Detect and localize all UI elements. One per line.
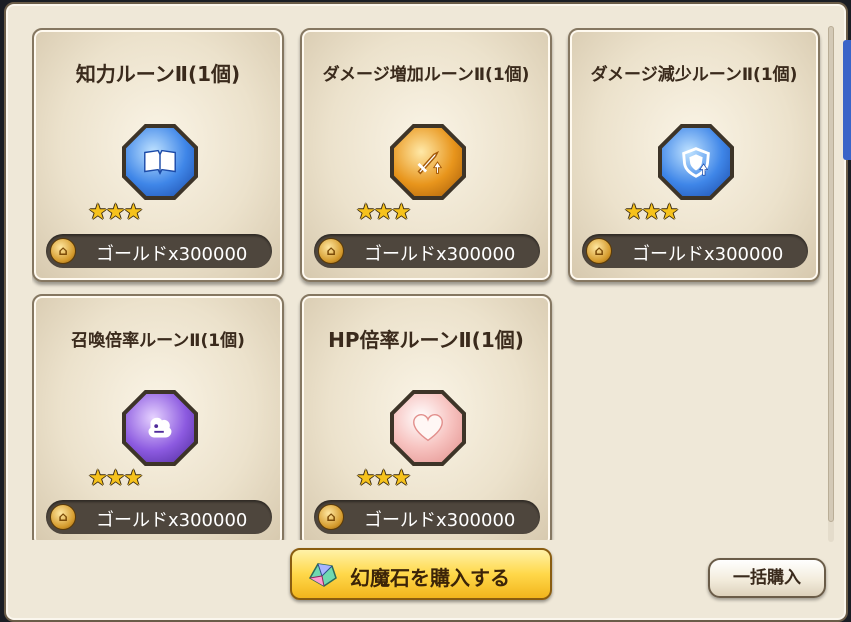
price-label: ゴールドx300000: [364, 510, 516, 531]
rune-gem: [390, 390, 466, 466]
price-bar: ⌂ ゴールドx300000: [314, 500, 540, 534]
price-bar: ⌂ ゴールドx300000: [46, 500, 272, 534]
price-label: ゴールドx300000: [632, 244, 784, 265]
item-grid: 知力ルーンⅡ(1個) ★★★ ⌂ ゴールドx300000 ダメージ増加ルーンⅡ(…: [32, 28, 830, 540]
gold-coin-icon: ⌂: [318, 504, 344, 530]
item-title: 知力ルーンⅡ(1個): [75, 62, 241, 86]
side-tab-edge: [843, 40, 851, 160]
item-card-intelligence-rune[interactable]: 知力ルーンⅡ(1個) ★★★ ⌂ ゴールドx300000: [32, 28, 284, 282]
price-bar: ⌂ ゴールドx300000: [314, 234, 540, 268]
gold-coin-icon: ⌂: [50, 238, 76, 264]
item-title: ダメージ減少ルーンⅡ(1個): [590, 65, 798, 85]
item-card-damage-up-rune[interactable]: ダメージ増加ルーンⅡ(1個) ★★★ ⌂ ゴールドx300000: [300, 28, 552, 282]
price-bar: ⌂ ゴールドx300000: [46, 234, 272, 268]
rarity-stars: ★★★: [88, 200, 143, 225]
scrollbar-thumb[interactable]: [828, 26, 834, 522]
rarity-stars: ★★★: [356, 466, 411, 491]
item-title: HP倍率ルーンⅡ(1個): [328, 328, 524, 352]
price-label: ゴールドx300000: [96, 510, 248, 531]
rarity-stars: ★★★: [356, 200, 411, 225]
rarity-stars: ★★★: [624, 200, 679, 225]
shield-down-icon: [682, 147, 710, 178]
rarity-stars: ★★★: [88, 466, 143, 491]
heart-icon: [413, 413, 443, 442]
beast-icon: [148, 417, 172, 438]
price-label: ゴールドx300000: [364, 244, 516, 265]
rune-gem: [122, 390, 198, 466]
item-card-damage-down-rune[interactable]: ダメージ減少ルーンⅡ(1個) ★★★ ⌂ ゴールドx300000: [568, 28, 820, 282]
gold-coin-icon: ⌂: [586, 238, 612, 264]
book-icon: [144, 149, 176, 175]
rune-gem: [390, 124, 466, 200]
item-card-summon-rune[interactable]: 召喚倍率ルーンⅡ(1個) ★★★ ⌂ ゴールドx300000: [32, 294, 284, 540]
scrollbar[interactable]: [828, 26, 834, 542]
item-title: ダメージ増加ルーンⅡ(1個): [322, 65, 530, 85]
rune-gem: [658, 124, 734, 200]
rune-gem: [122, 124, 198, 200]
buy-magic-stone-button[interactable]: 幻魔石を購入する: [290, 548, 552, 600]
gold-coin-icon: ⌂: [50, 504, 76, 530]
buy-button-label: 幻魔石を購入する: [350, 566, 510, 590]
price-bar: ⌂ ゴールドx300000: [582, 234, 808, 268]
bulk-purchase-button[interactable]: 一括購入: [708, 558, 826, 598]
item-title: 召喚倍率ルーンⅡ(1個): [71, 331, 245, 351]
magic-stone-icon: [308, 563, 337, 587]
sword-up-icon: [417, 150, 443, 175]
item-card-hp-rune[interactable]: HP倍率ルーンⅡ(1個) ★★★ ⌂ ゴールドx300000: [300, 294, 552, 540]
gold-coin-icon: ⌂: [318, 238, 344, 264]
price-label: ゴールドx300000: [96, 244, 248, 265]
